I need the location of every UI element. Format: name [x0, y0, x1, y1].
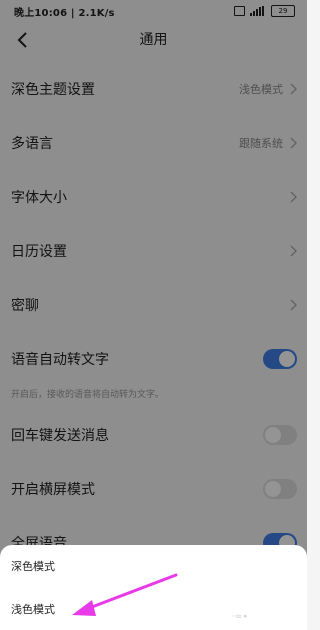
settings-screen: 晚上10:06 | 2.1K/s 29 通用 深色主题设置 浅色模式 多语言 跟…: [0, 0, 307, 630]
option-dark-mode[interactable]: 深色模式: [0, 545, 307, 588]
watermark-logo-icon: ·∞∙: [232, 612, 248, 622]
theme-bottom-sheet: 深色模式 浅色模式: [0, 545, 307, 630]
modal-dim-overlay[interactable]: [0, 0, 307, 630]
option-light-mode[interactable]: 浅色模式: [0, 588, 307, 630]
